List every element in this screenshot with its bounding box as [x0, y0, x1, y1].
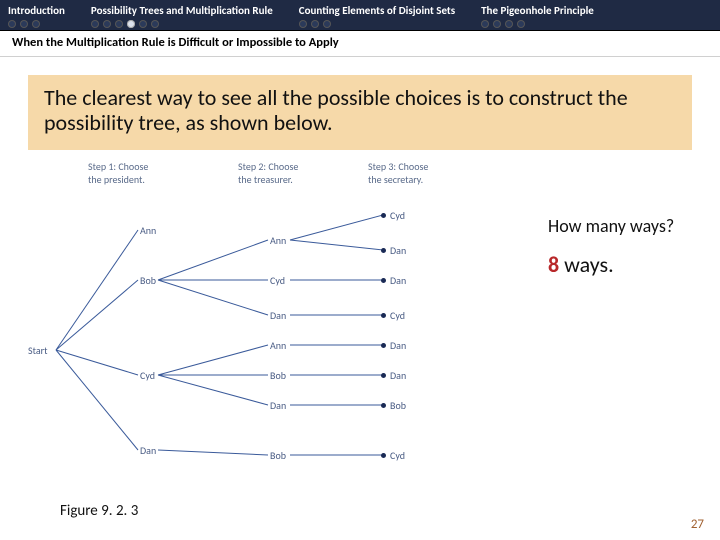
dot [481, 20, 489, 28]
l2-label: Bob [270, 369, 286, 382]
leaf-label: Cyd [390, 309, 405, 322]
dot [20, 20, 28, 28]
l2-label: Dan [270, 399, 286, 412]
dot [103, 20, 111, 28]
dot [8, 20, 16, 28]
progress-dots [481, 20, 594, 28]
dot [505, 20, 513, 28]
nav-title: The Pigeonhole Principle [481, 4, 594, 17]
dot [323, 20, 331, 28]
nav-section-introduction[interactable]: Introduction [8, 4, 65, 28]
progress-dots [91, 20, 273, 28]
leaf-dot [381, 313, 386, 318]
question-text: How many ways? [548, 215, 720, 237]
leaf-label: Dan [390, 244, 406, 257]
l2-label: Cyd [270, 274, 285, 287]
l2-label: Ann [270, 339, 286, 352]
leaf-label: Cyd [390, 449, 405, 462]
dot [91, 20, 99, 28]
slide-content: The clearest way to see all the possible… [0, 57, 720, 480]
dot [311, 20, 319, 28]
leaf-label: Bob [390, 399, 406, 412]
progress-dots [299, 20, 455, 28]
l2-label: Ann [270, 234, 286, 247]
dot-current [127, 20, 135, 28]
nav-title: Counting Elements of Disjoint Sets [299, 4, 455, 17]
root-label: Start [28, 344, 47, 357]
answer-number: 8 [548, 251, 559, 278]
leaf-label: Dan [390, 274, 406, 287]
slide-subtitle-bar: When the Multiplication Rule is Difficul… [0, 31, 720, 57]
answer-box: How many ways? 8 ways. [548, 215, 720, 278]
leaf-label: Dan [390, 339, 406, 352]
answer-text: 8 ways. [548, 251, 720, 278]
leaf-dot [381, 453, 386, 458]
figure-caption: Figure 9. 2. 3 [60, 502, 138, 520]
nav-section-disjoint-sets[interactable]: Counting Elements of Disjoint Sets [299, 4, 455, 28]
leaf-label: Dan [390, 369, 406, 382]
possibility-tree: Step 1: Choosethe president. Step 2: Cho… [28, 160, 692, 480]
slide-subtitle: When the Multiplication Rule is Difficul… [12, 35, 710, 50]
body-text: The clearest way to see all the possible… [44, 85, 676, 136]
leaf-dot [381, 343, 386, 348]
dot [139, 20, 147, 28]
l1-label: Cyd [140, 369, 155, 382]
dot [115, 20, 123, 28]
highlight-box: The clearest way to see all the possible… [28, 75, 692, 150]
dot [32, 20, 40, 28]
leaf-dot [381, 373, 386, 378]
leaf-dot [381, 278, 386, 283]
nav-section-possibility-trees[interactable]: Possibility Trees and Multiplication Rul… [91, 4, 273, 28]
dot [493, 20, 501, 28]
progress-dots [8, 20, 65, 28]
dot [299, 20, 307, 28]
nav-bar: Introduction Possibility Trees and Multi… [0, 0, 720, 31]
leaf-dot [381, 213, 386, 218]
l1-label: Ann [140, 224, 156, 237]
nav-title: Possibility Trees and Multiplication Rul… [91, 4, 273, 17]
page-number: 27 [691, 517, 704, 532]
leaf-dot [381, 403, 386, 408]
nav-title: Introduction [8, 4, 65, 17]
leaf-dot [381, 248, 386, 253]
l1-label: Dan [140, 444, 156, 457]
leaf-label: Cyd [390, 209, 405, 222]
dot [151, 20, 159, 28]
nav-section-pigeonhole[interactable]: The Pigeonhole Principle [481, 4, 594, 28]
dot [517, 20, 525, 28]
l2-label: Dan [270, 309, 286, 322]
l1-label: Bob [140, 274, 156, 287]
answer-rest: ways. [559, 251, 614, 278]
l2-label: Bob [270, 449, 286, 462]
